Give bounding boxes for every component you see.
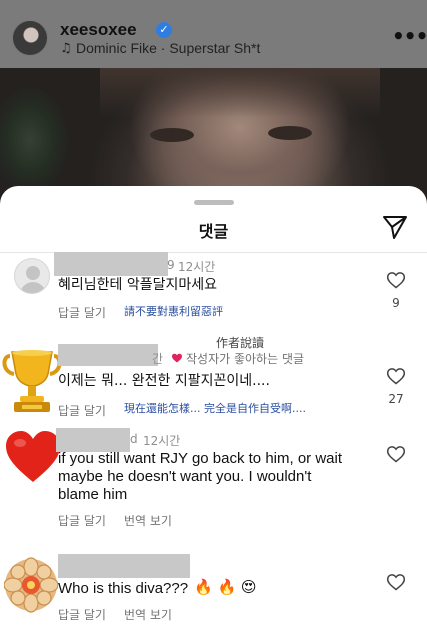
reply-button[interactable]: 답글 달기 [58,512,106,529]
sheet-grabber[interactable] [194,200,234,205]
author-liked-heart-icon [172,353,182,363]
music-note-icon: ♫ [60,41,72,56]
comment-text: 혜리님한테 악플달지마세요 [58,277,218,293]
redacted-username [56,428,130,452]
comment-username-suffix[interactable]: 9 [167,258,175,272]
comment-text: 이제는 뭐... 완전한 지팔지꼰이네.... [58,373,270,389]
reply-button[interactable]: 답글 달기 [58,402,106,419]
comment-text-line: blame him [58,486,128,503]
comment-username-suffix[interactable]: d [130,432,138,446]
emoji-fire-fire-heart-eyes: 🔥 🔥 😍 [194,578,257,596]
sheet-title: 댓글 [198,222,229,241]
comment-item: d 12시간 if you still want RJY go back to … [0,428,427,548]
author-liked-label: 작성자가 좋아하는 댓글 [186,352,305,366]
heart-outline-icon[interactable] [386,572,406,592]
translation-annotation: 現在還能怎樣... 完全是自作自受啊.... [124,402,306,415]
redacted-username [54,252,168,276]
comment-time: 12시간 [178,260,216,274]
comment-text-line: maybe he doesn't want you. I wouldn't [58,468,312,485]
heart-avatar[interactable] [4,430,62,484]
author-annotation: 作者說讀 [216,336,265,350]
flower-avatar[interactable] [4,556,58,614]
comment-item: Who is this diva??? 🔥 🔥 😍 답글 달기 번역 보기 [0,554,427,640]
paper-plane-icon[interactable] [382,214,408,240]
like-count: 27 [388,392,404,406]
post-song[interactable]: Dominic Fike · Superstar Sh*t [76,40,260,56]
translate-button[interactable]: 번역 보기 [124,512,172,529]
comment-item: 9 12시간 혜리님한테 악플달지마세요 답글 달기 請不要對惠利留惡評 9 [0,252,427,330]
default-avatar[interactable] [14,258,50,294]
reply-button[interactable]: 답글 달기 [58,606,106,623]
verified-badge-icon: ✓ [156,22,172,38]
more-options-icon[interactable]: ••• [392,24,427,48]
heart-outline-icon[interactable] [386,366,406,386]
translation-annotation: 請不要對惠利留惡評 [124,305,223,318]
comment-item: 作者說讀 간 작성자가 좋아하는 댓글 이제는 뭐... 완전한 지팔지꼰이네.… [0,334,427,424]
reply-button[interactable]: 답글 달기 [58,304,106,321]
comments-sheet: 댓글 9 12시간 혜리님한테 악플달지마세요 답글 달기 請不要對惠利留惡評 … [0,186,427,640]
heart-outline-icon[interactable] [386,270,406,290]
redacted-username [58,554,190,578]
comment-text: Who is this diva??? [58,580,189,597]
comment-time: 12시간 [143,434,181,448]
post-background: xeesoxee ✓ ♫ Dominic Fike · Superstar Sh… [0,0,427,200]
redacted-username [58,344,158,366]
post-username[interactable]: xeesoxee [60,20,137,40]
translate-button[interactable]: 번역 보기 [124,606,172,623]
like-count: 9 [392,296,400,310]
heart-outline-icon[interactable] [386,444,406,464]
comment-time: 간 [152,352,164,366]
comment-text-line: if you still want RJY go back to him, or… [58,450,343,467]
post-author-avatar[interactable] [12,20,48,56]
trophy-avatar[interactable] [2,348,62,414]
